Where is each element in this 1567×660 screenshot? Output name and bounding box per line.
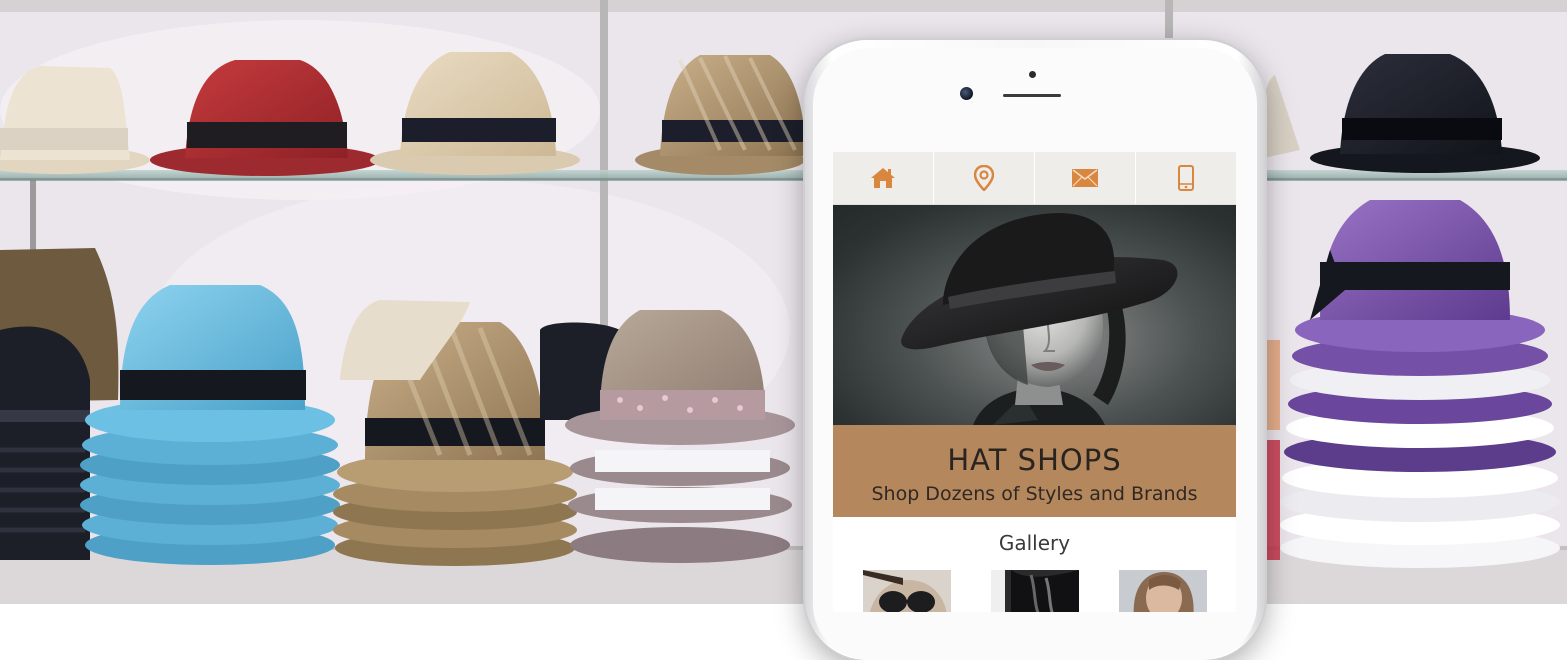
top-nav-bar	[833, 152, 1236, 205]
gallery-thumbnails	[833, 570, 1236, 612]
nav-phone-button[interactable]	[1136, 152, 1236, 204]
woman-sunglasses-thumbnail-image	[863, 570, 951, 612]
location-pin-icon	[974, 165, 994, 191]
smartphone-mockup: HAT SHOPS Shop Dozens of Styles and Bran…	[805, 40, 1265, 660]
hat-shop-background	[0, 0, 1567, 604]
phone-screen: HAT SHOPS Shop Dozens of Styles and Bran…	[833, 152, 1236, 612]
nav-email-button[interactable]	[1035, 152, 1136, 204]
earpiece-speaker	[1003, 94, 1061, 97]
nav-home-button[interactable]	[833, 152, 934, 204]
woman-portrait-thumbnail-image	[1119, 570, 1207, 612]
hero-subtitle: Shop Dozens of Styles and Brands	[871, 483, 1198, 505]
proximity-sensor	[1029, 71, 1036, 78]
envelope-icon	[1072, 169, 1098, 187]
gallery-thumbnail-sunglasses[interactable]	[863, 570, 951, 612]
woman-in-black-hat-photo	[901, 213, 1178, 425]
home-icon	[871, 168, 895, 188]
gallery-heading: Gallery	[998, 531, 1071, 555]
hero-image	[833, 205, 1236, 425]
front-camera	[960, 87, 973, 100]
mobile-phone-icon	[1178, 165, 1194, 191]
gallery-thumbnail-braids[interactable]	[991, 570, 1079, 612]
hero-title: HAT SHOPS	[947, 443, 1122, 477]
hero-banner: HAT SHOPS Shop Dozens of Styles and Bran…	[833, 425, 1236, 517]
braided-hair-thumbnail-image	[991, 570, 1079, 612]
nav-location-button[interactable]	[934, 152, 1035, 204]
gallery-thumbnail-portrait[interactable]	[1119, 570, 1207, 612]
hat-shelves-illustration	[0, 0, 1567, 604]
